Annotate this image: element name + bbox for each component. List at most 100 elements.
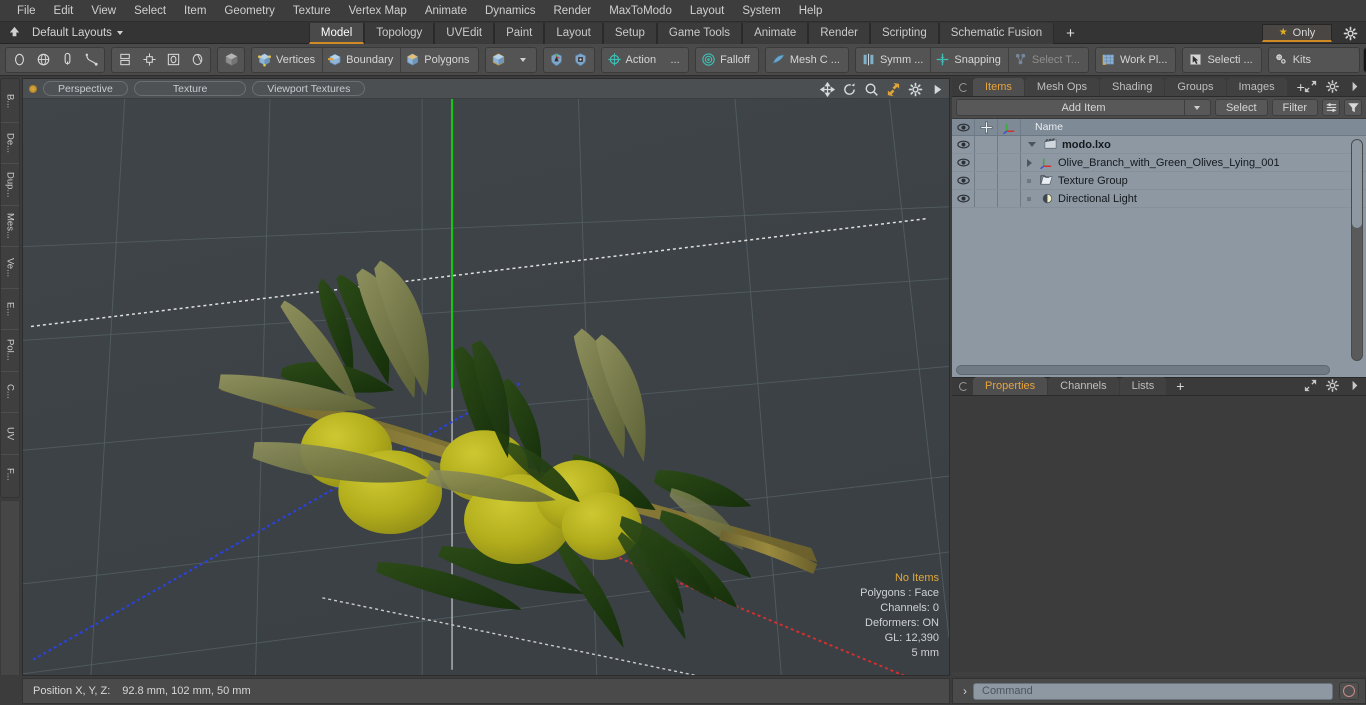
kits-button[interactable]: Kits [1270, 48, 1318, 72]
tab-items[interactable]: Items [973, 78, 1024, 96]
tab-schematic-fusion[interactable]: Schematic Fusion [938, 22, 1055, 44]
tab-properties[interactable]: Properties [973, 377, 1048, 395]
viewport-state-dot[interactable] [29, 84, 37, 93]
viewport-shading-dropdown[interactable]: Texture [133, 81, 247, 96]
home-icon[interactable] [4, 24, 24, 42]
cube-grey-icon[interactable] [219, 48, 243, 72]
menu-item-layout[interactable]: Layout [681, 3, 734, 19]
sidebar-tab-uv[interactable]: UV [1, 413, 19, 455]
tab-model[interactable]: Model [308, 22, 365, 44]
sidebar-tab-edge[interactable]: E... [1, 289, 19, 330]
chevron-down-icon[interactable] [511, 48, 535, 72]
menu-item-help[interactable]: Help [790, 3, 832, 19]
only-toggle-button[interactable]: ★ Only [1262, 24, 1332, 42]
add-properties-tab-button[interactable]: + [1167, 377, 1193, 395]
sidebar-tab-duplicate[interactable]: Dup... [1, 164, 19, 206]
add-tab-button[interactable]: + [1054, 23, 1087, 44]
menu-item-geometry[interactable]: Geometry [215, 3, 284, 19]
row-lock-cell[interactable] [975, 172, 998, 189]
row-visibility-toggle[interactable] [952, 172, 975, 189]
snapping-button[interactable]: Snapping [930, 47, 1008, 72]
record-circle-icon[interactable] [1339, 682, 1359, 700]
expand-icon[interactable] [1303, 378, 1318, 393]
sidebar-tab-deform[interactable]: De... [1, 123, 19, 164]
sidebar-tab-basic[interactable]: B... [1, 81, 19, 123]
menu-item-animate[interactable]: Animate [416, 3, 476, 19]
mesh-constraint-button[interactable]: Mesh C ... [767, 48, 847, 72]
row-name-cell[interactable]: Directional Light [1021, 190, 1366, 207]
tab-render[interactable]: Render [808, 22, 870, 44]
chevron-right-icon[interactable] [1347, 79, 1362, 94]
menu-item-render[interactable]: Render [544, 3, 600, 19]
menu-item-file[interactable]: File [8, 3, 45, 19]
row-name-cell[interactable]: Texture Group [1021, 172, 1366, 189]
filter-button[interactable]: Filter [1271, 99, 1318, 116]
tab-shading[interactable]: Shading [1100, 78, 1165, 96]
table-row[interactable]: Olive_Branch_with_Green_Olives_Lying_001 [952, 154, 1366, 172]
triangle-right-icon[interactable] [1021, 158, 1037, 167]
gear-icon[interactable] [1340, 25, 1360, 42]
add-item-button[interactable]: Add Item [956, 99, 1211, 116]
selection-button[interactable]: Selecti ... [1184, 48, 1259, 72]
tab-game-tools[interactable]: Game Tools [656, 22, 743, 44]
gear-icon[interactable] [908, 82, 923, 97]
row-lock-cell[interactable] [975, 190, 998, 207]
sidebar-tab-fusion[interactable]: F... [1, 455, 19, 496]
menu-item-maxtomodo[interactable]: MaxToModo [600, 3, 681, 19]
curve-icon[interactable] [79, 48, 103, 72]
ellipse-icon[interactable] [7, 48, 31, 72]
gear-icon[interactable] [1325, 378, 1340, 393]
rotate-icon[interactable] [842, 82, 857, 97]
tab-setup[interactable]: Setup [602, 22, 657, 44]
capsule-icon[interactable] [55, 48, 79, 72]
symmetry-button[interactable]: Symm ... [857, 48, 930, 72]
viewport-3d[interactable]: y x z Perspective Texture Viewport Textu… [22, 78, 950, 676]
menu-item-system[interactable]: System [733, 3, 789, 19]
menu-item-edit[interactable]: Edit [45, 3, 83, 19]
table-row[interactable]: modo.lxo [952, 136, 1366, 154]
mode-vertices-button[interactable]: Vertices [253, 48, 322, 72]
tab-channels[interactable]: Channels [1048, 377, 1119, 395]
items-tree-vertical-scrollbar[interactable] [1351, 139, 1363, 361]
expand-icon[interactable] [1303, 79, 1318, 94]
tab-paint[interactable]: Paint [494, 22, 545, 44]
sidebar-tab-vertex[interactable]: Ve... [1, 247, 19, 289]
viewport-canvas[interactable]: y x z [23, 79, 949, 676]
tab-layout[interactable]: Layout [544, 22, 603, 44]
menu-item-view[interactable]: View [82, 3, 125, 19]
sidebar-tab-mesh[interactable]: Mes... [1, 206, 19, 247]
mode-items-button[interactable] [487, 48, 511, 72]
menu-item-item[interactable]: Item [175, 3, 215, 19]
layout-preset-dropdown[interactable]: Default Layouts [24, 23, 133, 43]
gear-icon[interactable] [1325, 79, 1340, 94]
shield-b-icon[interactable] [569, 48, 593, 72]
move-icon[interactable] [820, 81, 835, 97]
falloff-button[interactable]: Falloff [697, 48, 757, 72]
menu-item-dynamics[interactable]: Dynamics [476, 3, 544, 19]
mode-polygons-button[interactable]: Polygons [400, 47, 476, 72]
row-transform-cell[interactable] [998, 136, 1021, 153]
row-visibility-toggle[interactable] [952, 154, 975, 171]
table-row[interactable]: Texture Group [952, 172, 1366, 190]
tab-topology[interactable]: Topology [364, 22, 435, 44]
mirror-icon[interactable] [113, 48, 137, 72]
row-name-cell[interactable]: modo.lxo [1021, 136, 1366, 153]
work-plane-button[interactable]: Work Pl... [1097, 48, 1174, 72]
action-center-button[interactable]: Action [603, 48, 664, 72]
tab-lists[interactable]: Lists [1119, 377, 1167, 395]
fit-icon[interactable] [886, 82, 901, 97]
command-input[interactable]: Command [973, 682, 1333, 700]
row-lock-cell[interactable] [975, 136, 998, 153]
circle-icon[interactable] [185, 48, 209, 72]
triangle-down-icon[interactable] [1021, 142, 1043, 147]
shield-a-icon[interactable] [545, 48, 569, 72]
menu-item-vertex-map[interactable]: Vertex Map [340, 3, 416, 19]
tab-images[interactable]: Images [1226, 78, 1287, 96]
menu-item-texture[interactable]: Texture [284, 3, 340, 19]
row-transform-cell[interactable] [998, 154, 1021, 171]
scrollbar-thumb[interactable] [1352, 140, 1362, 228]
row-lock-cell[interactable] [975, 154, 998, 171]
play-icon[interactable] [930, 82, 945, 97]
tab-groups[interactable]: Groups [1165, 78, 1226, 96]
table-row[interactable]: Directional Light [952, 190, 1366, 208]
